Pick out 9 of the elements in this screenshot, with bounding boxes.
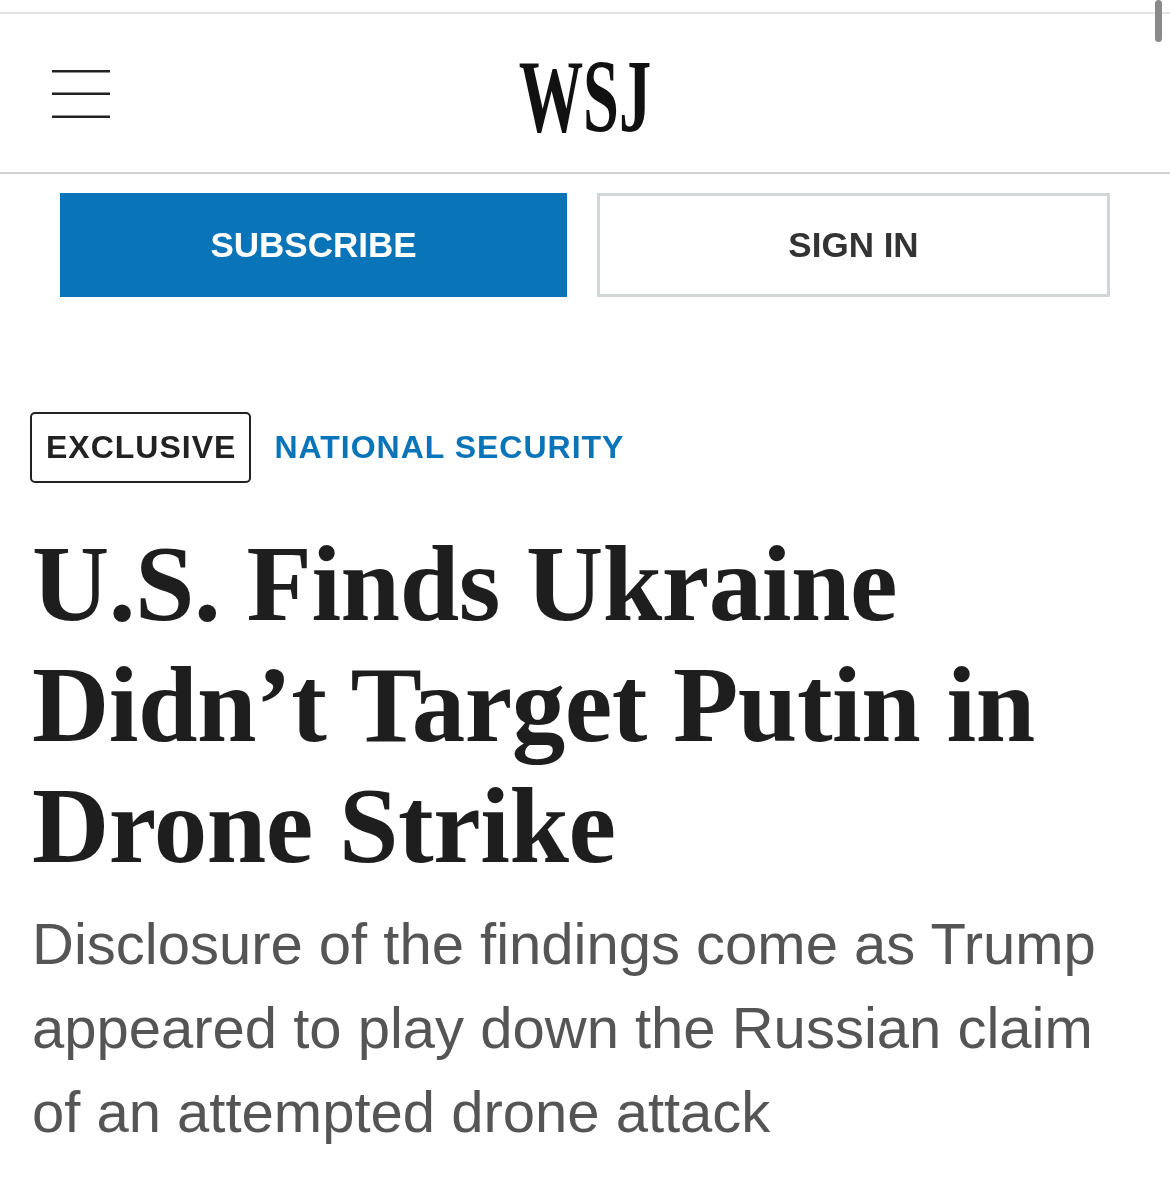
exclusive-badge: EXCLUSIVE [30, 412, 252, 483]
headline: U.S. Finds Ukraine Didn’t Target Putin in Drone Strike [32, 524, 1036, 887]
scrollbar-thumb[interactable] [1155, 0, 1162, 42]
sign-in-button[interactable]: SIGN IN [597, 193, 1110, 297]
section-link[interactable]: NATIONAL SECURITY [274, 428, 625, 467]
menu-icon[interactable] [52, 70, 110, 118]
summary-text: Disclosure of the findings come as Trump appeared to play down the Russian claim of an attempted drone attack [32, 910, 1097, 1146]
logo[interactable]: WSJ [518, 56, 652, 136]
subscribe-button[interactable]: SUBSCRIBE [60, 193, 567, 297]
